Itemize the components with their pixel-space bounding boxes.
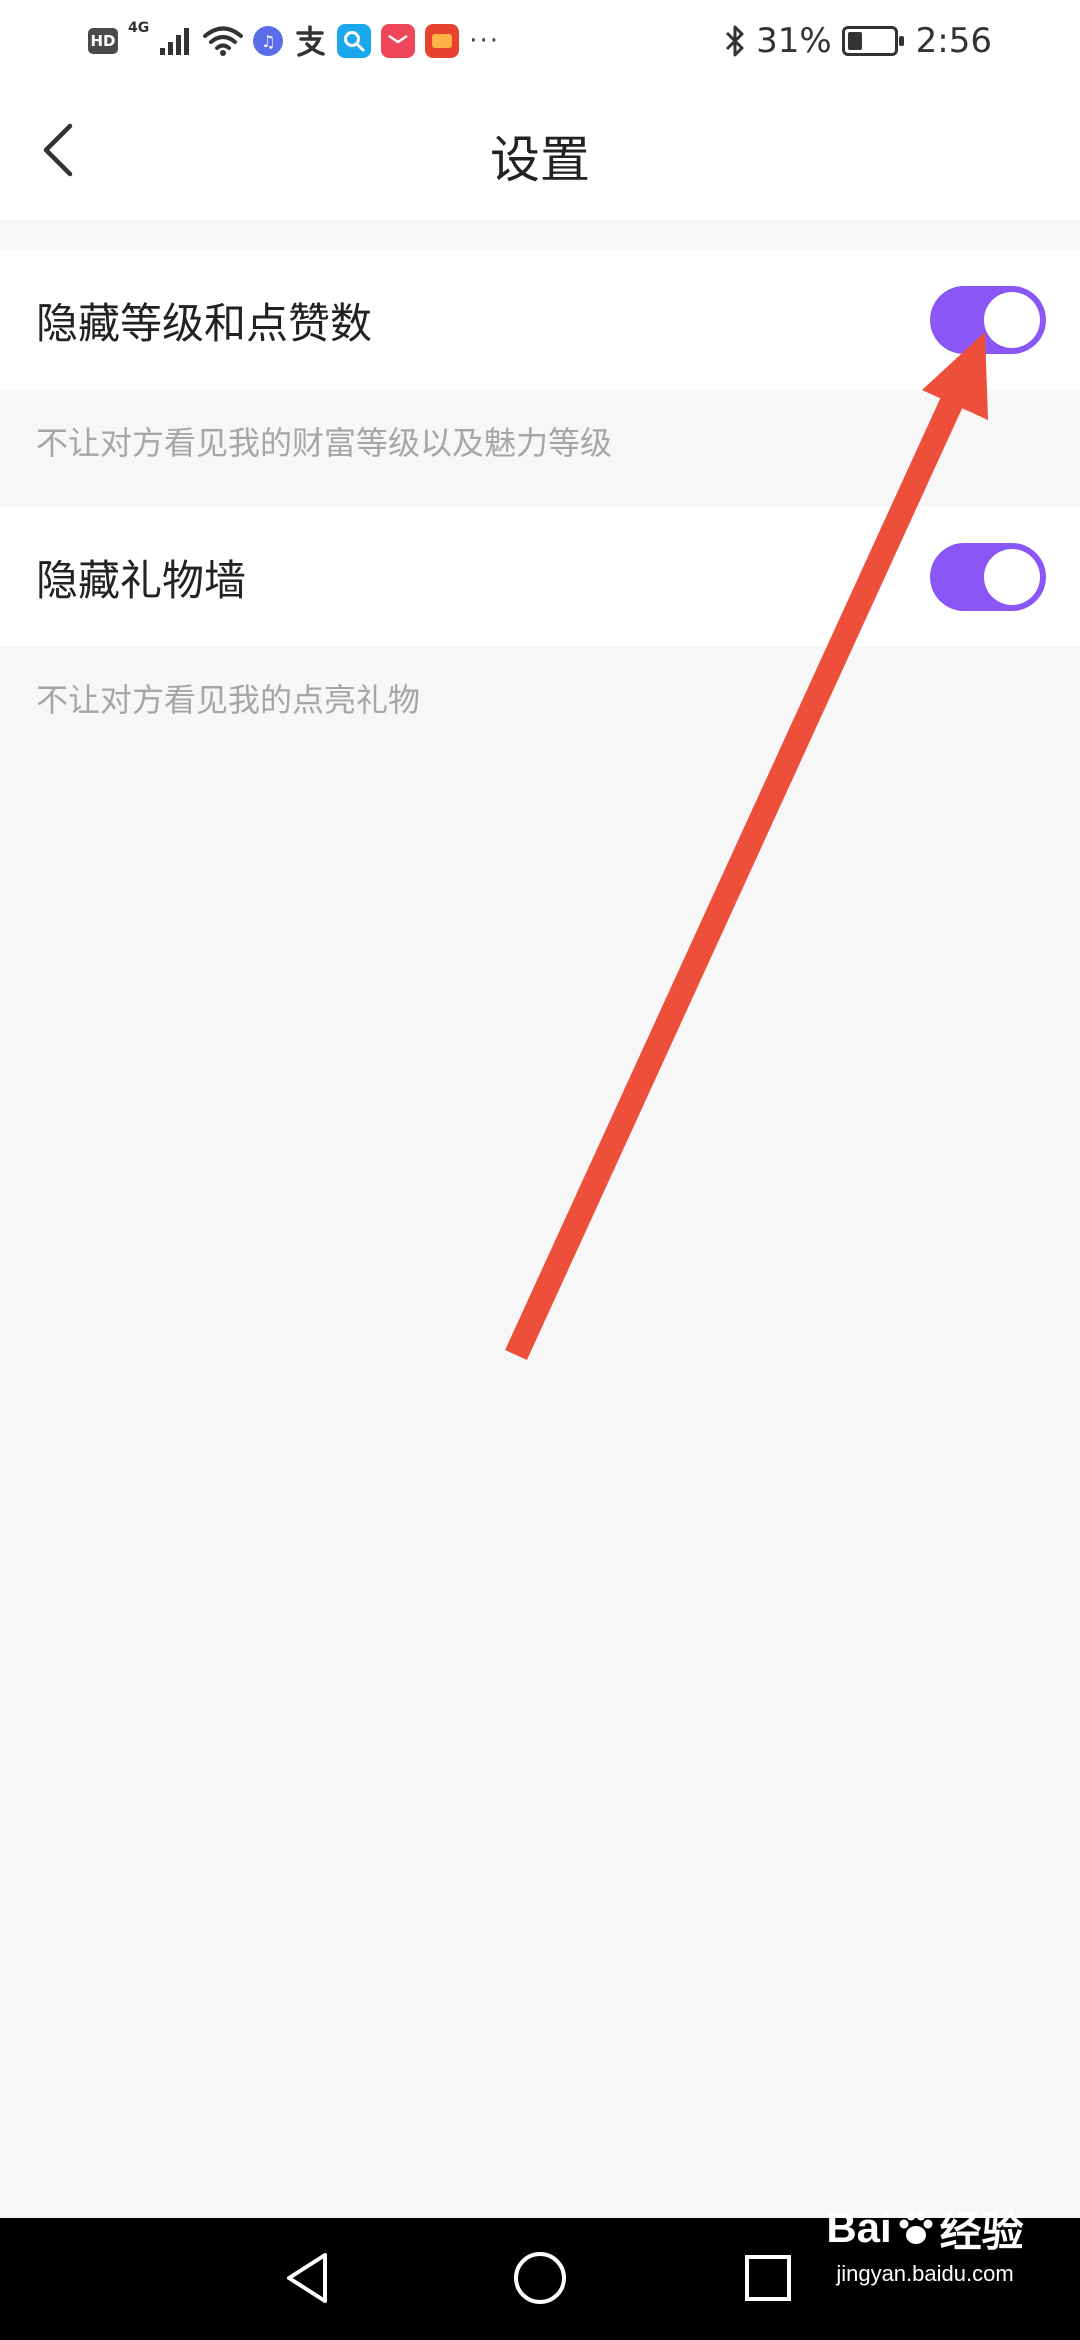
page-title: 设置 [490, 131, 590, 189]
bluetooth-icon [726, 25, 744, 57]
paw-icon [899, 2211, 933, 2244]
hide-level-toggle[interactable] [930, 286, 1046, 354]
nav-back-button[interactable] [268, 2243, 348, 2313]
music-app-icon: ♫ [253, 26, 284, 56]
watermark-brand-suffix: 经验 [939, 2207, 1024, 2255]
watermark-site: jingyan.baidu.com [836, 2260, 1014, 2286]
clock: 2:56 [915, 21, 992, 61]
home-circle-icon [514, 2252, 566, 2304]
setting-row-hide-level: 隐藏等级和点赞数 [0, 250, 1080, 390]
network-type-label: 4G [128, 20, 150, 36]
app-header: 设置 [0, 80, 1080, 220]
setting-label: 隐藏等级和点赞数 [36, 298, 373, 348]
back-triangle-icon [287, 2253, 327, 2303]
nav-recents-button[interactable] [728, 2243, 808, 2313]
baidu-jingyan-watermark: Bai 经验 jingyan.baidu.com [810, 2192, 1040, 2292]
huawei-video-app-icon [425, 24, 460, 58]
watermark-brand-prefix: Bai [826, 2204, 892, 2251]
status-bar: HD 4G ♫ ··· 31% 2:56 [0, 0, 1080, 80]
recents-square-icon [745, 2255, 791, 2301]
signal-icon [160, 28, 190, 55]
toggle-knob [984, 292, 1040, 348]
setting-row-hide-gift-wall: 隐藏礼物墙 [0, 507, 1080, 647]
alipay-icon [296, 25, 325, 57]
status-bar-right: 31% 2:56 [724, 18, 992, 64]
hide-gift-wall-toggle[interactable] [930, 543, 1046, 611]
battery-level-fill [847, 32, 862, 50]
battery-icon [841, 26, 904, 56]
watermark-brand: Bai 经验 [826, 2198, 1023, 2259]
toggle-knob [984, 549, 1040, 605]
setting-description: 不让对方看见我的点亮礼物 [36, 681, 421, 719]
search-app-icon [337, 24, 372, 58]
huawei-app-icon [381, 24, 416, 58]
hd-badge: HD [88, 28, 118, 54]
setting-label: 隐藏礼物墙 [36, 555, 247, 605]
wifi-icon [203, 26, 244, 56]
setting-description: 不让对方看见我的财富等级以及魅力等级 [36, 424, 613, 462]
status-bar-left: HD 4G ♫ ··· [88, 18, 500, 64]
battery-percent: 31% [756, 21, 832, 61]
more-notifications-icon: ··· [469, 26, 501, 56]
nav-home-button[interactable] [500, 2243, 580, 2313]
